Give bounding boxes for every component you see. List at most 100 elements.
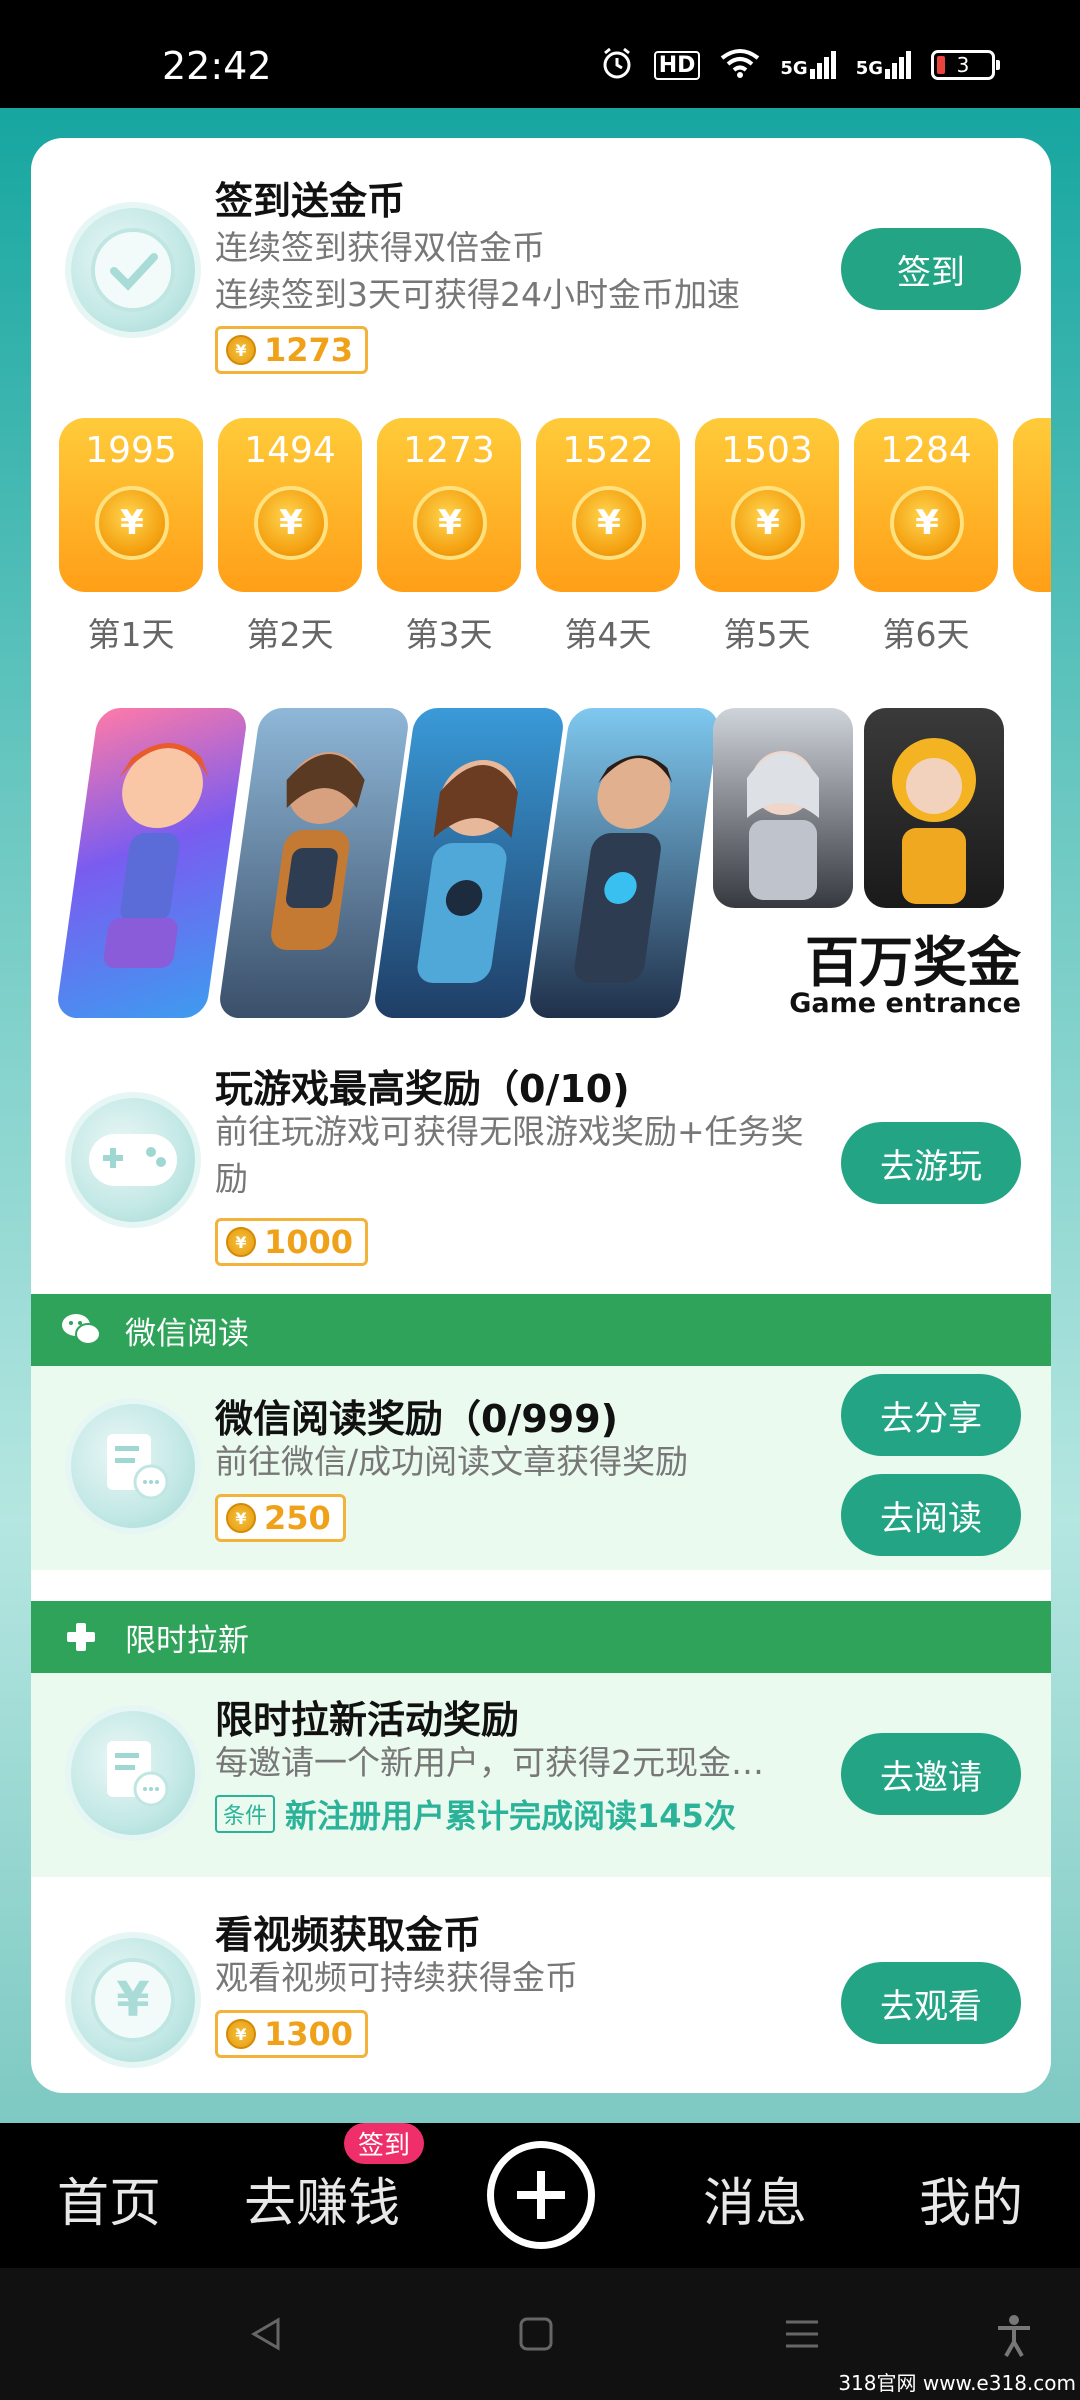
- day-tile-box: 1503 ¥: [695, 418, 839, 592]
- signal-2-icon: 5G: [856, 51, 911, 79]
- coin-icon: ¥: [226, 2019, 256, 2049]
- day-tile-box: 1995 ¥: [59, 418, 203, 592]
- play-game-button[interactable]: 去游玩: [841, 1122, 1021, 1204]
- wechat-coin-amount: 250: [264, 1499, 331, 1537]
- day-tile-partial: [1013, 418, 1051, 592]
- coin-icon: ¥: [226, 1503, 256, 1533]
- checkmark-icon: [71, 208, 195, 332]
- video-task: ¥ 看视频获取金币 观看视频可持续获得金币 ¥ 1300 去观看: [31, 1878, 1051, 2093]
- game-task-title: 玩游戏最高奖励（0/10): [215, 1067, 630, 1111]
- share-button[interactable]: 去分享: [841, 1374, 1021, 1456]
- game-character-image: [864, 708, 1004, 908]
- nav-earn[interactable]: 去赚钱: [244, 2161, 400, 2236]
- coin-icon: ¥: [890, 486, 964, 560]
- article-chat-icon: [71, 1404, 195, 1528]
- day-amount: 1273: [403, 430, 495, 471]
- battery-level: 3: [956, 53, 970, 77]
- checkin-desc-2: 连续签到3天可获得24小时金币加速: [215, 275, 740, 314]
- day-tile: 1995 ¥ 第1天: [59, 418, 203, 656]
- wechat-task-title: 微信阅读奖励（0/999): [215, 1397, 619, 1441]
- nav-add-button[interactable]: [487, 2141, 595, 2249]
- status-time: 22:42: [162, 44, 272, 88]
- read-button[interactable]: 去阅读: [841, 1474, 1021, 1556]
- checkin-task: 签到送金币 连续签到获得双倍金币 连续签到3天可获得24小时金币加速 ¥ 127…: [31, 138, 1051, 398]
- accessibility-icon[interactable]: [994, 2314, 1034, 2362]
- watermark: 318官网 www.e318.com: [838, 2371, 1076, 2395]
- day-label: 第6天: [882, 615, 970, 654]
- game-character-image: [55, 708, 249, 1018]
- coin-icon: ¥: [254, 486, 328, 560]
- day-tile: 1494 ¥ 第2天: [218, 418, 362, 656]
- checkin-days-row[interactable]: 1995 ¥ 第1天 1494 ¥ 第2天 1273 ¥ 第3天 1522 ¥ …: [59, 418, 1051, 658]
- game-coin-badge: ¥ 1000: [215, 1218, 369, 1266]
- coin-icon: ¥: [226, 335, 256, 365]
- day-tile-box: 1494 ¥: [218, 418, 362, 592]
- plus-cross-icon: [61, 1617, 101, 1657]
- condition-text: 新注册用户累计完成阅读145次: [285, 1797, 736, 1835]
- day-tile-box: 1522 ¥: [536, 418, 680, 592]
- day-tile-box: 1284 ¥: [854, 418, 998, 592]
- invite-section-title: 限时拉新: [125, 1622, 249, 1659]
- checkin-title: 签到送金币: [215, 179, 406, 223]
- day-tile: 1503 ¥ 第5天: [695, 418, 839, 656]
- tasks-card: 签到送金币 连续签到获得双倍金币 连续签到3天可获得24小时金币加速 ¥ 127…: [31, 138, 1051, 2093]
- day-amount: 1503: [721, 430, 813, 471]
- wechat-coin-badge: ¥ 250: [215, 1494, 346, 1542]
- yen-icon: ¥: [71, 1938, 195, 2062]
- coin-icon: ¥: [572, 486, 646, 560]
- article-chat-icon: [71, 1711, 195, 1835]
- coin-icon: ¥: [226, 1227, 256, 1257]
- back-icon[interactable]: [246, 2314, 286, 2358]
- bottom-nav: 首页 去赚钱 签到 消息 我的: [0, 2123, 1080, 2268]
- day-amount: 1522: [562, 430, 654, 471]
- recents-icon[interactable]: [782, 2314, 822, 2358]
- checkin-desc-1: 连续签到获得双倍金币: [215, 228, 545, 267]
- nav-mine[interactable]: 我的: [919, 2161, 1023, 2236]
- banner-subtitle: Game entrance: [789, 988, 1021, 1019]
- video-task-desc: 观看视频可持续获得金币: [215, 1958, 578, 1997]
- earn-badge: 签到: [344, 2123, 425, 2164]
- coin-icon: ¥: [95, 486, 169, 560]
- game-coin-amount: 1000: [264, 1223, 354, 1261]
- day-amount: 1995: [85, 430, 177, 471]
- signal-1-label: 5G: [780, 58, 808, 79]
- day-tile: 1522 ¥ 第4天: [536, 418, 680, 656]
- day-label: 第3天: [405, 615, 493, 654]
- banner-title: 百万奖金: [805, 931, 1021, 994]
- invite-button[interactable]: 去邀请: [841, 1733, 1021, 1815]
- game-character-image: [713, 708, 853, 908]
- alarm-icon: [600, 46, 634, 84]
- invite-condition: 条件 新注册用户累计完成阅读145次: [215, 1791, 736, 1837]
- checkin-coin-badge: ¥ 1273: [215, 326, 369, 374]
- nav-messages[interactable]: 消息: [703, 2161, 807, 2236]
- day-label: 第2天: [246, 615, 334, 654]
- wechat-icon: [61, 1310, 101, 1350]
- home-icon[interactable]: [516, 2314, 556, 2358]
- game-banner[interactable]: 百万奖金 Game entrance: [55, 698, 1051, 1028]
- watch-video-button[interactable]: 去观看: [841, 1962, 1021, 2044]
- day-label: 第1天: [87, 615, 175, 654]
- wechat-task-desc: 前往微信/成功阅读文章获得奖励: [215, 1442, 689, 1481]
- system-nav-bar: 318官网 www.e318.com: [0, 2268, 1080, 2400]
- signal-1-icon: 5G: [780, 51, 836, 79]
- day-amount: 1494: [244, 430, 336, 471]
- hd-icon: HD: [653, 50, 701, 80]
- checkin-button[interactable]: 签到: [841, 228, 1021, 310]
- checkin-coin-amount: 1273: [264, 331, 354, 369]
- coin-icon: ¥: [413, 486, 487, 560]
- signal-2-label: 5G: [855, 58, 883, 79]
- invite-task-title: 限时拉新活动奖励: [215, 1698, 520, 1742]
- invite-task-desc: 每邀请一个新用户，可获得2元现金…: [215, 1743, 764, 1782]
- day-tile: 1273 ¥ 第3天: [377, 418, 521, 656]
- invite-section-body: 限时拉新活动奖励 每邀请一个新用户，可获得2元现金… 条件 新注册用户累计完成阅…: [31, 1673, 1051, 1877]
- nav-home[interactable]: 首页: [57, 2161, 161, 2236]
- wifi-icon: [720, 48, 760, 82]
- plus-icon: [517, 2171, 565, 2219]
- game-task: 玩游戏最高奖励（0/10) 前往玩游戏可获得无限游戏奖励+任务奖励 ¥ 1000…: [31, 1038, 1051, 1308]
- condition-tag: 条件: [215, 1795, 276, 1833]
- battery-icon: 3: [931, 50, 1000, 80]
- status-icons: HD 5G 5G 3: [600, 46, 1000, 84]
- video-coin-amount: 1300: [264, 2015, 354, 2053]
- day-tile: 1284 ¥ 第6天: [854, 418, 998, 656]
- day-amount: 1284: [880, 430, 972, 471]
